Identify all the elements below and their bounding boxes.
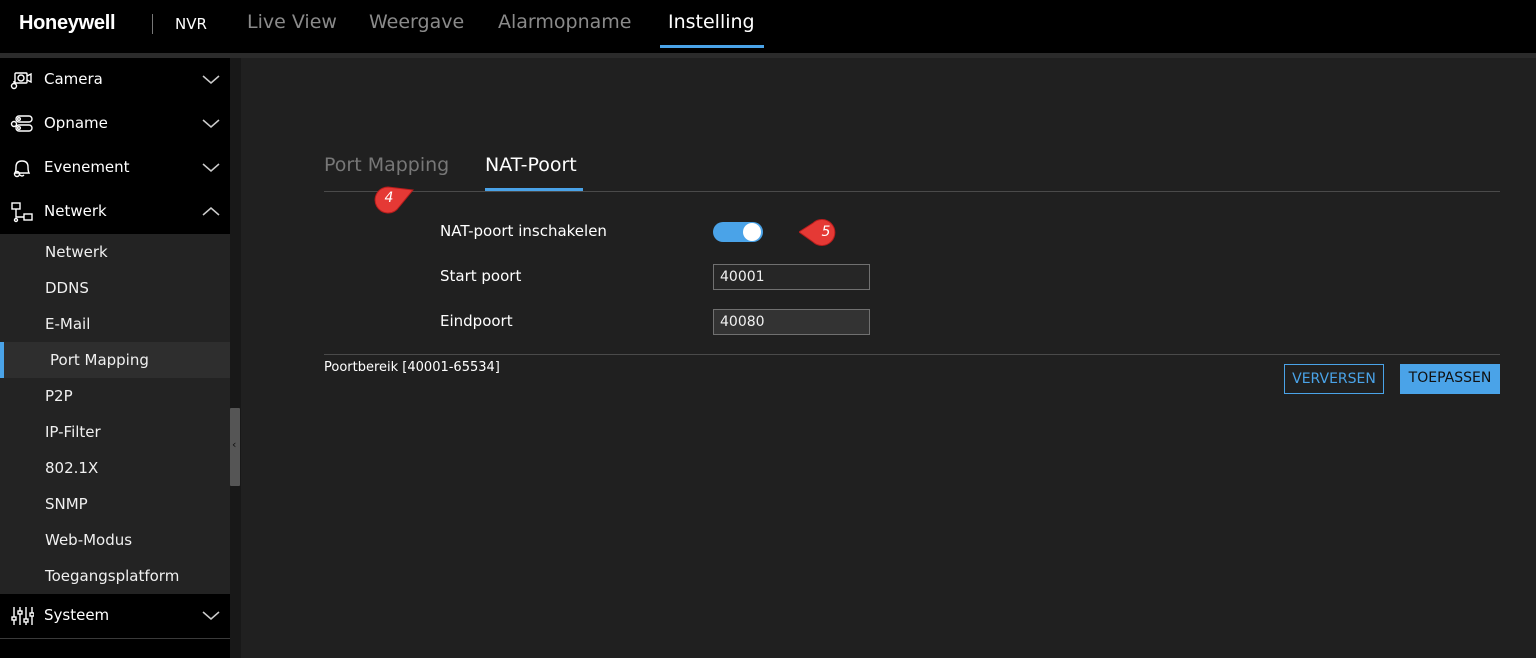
toggle-knob: [743, 223, 761, 241]
sidebar-item-label: 802.1X: [45, 459, 99, 477]
active-indicator: [0, 342, 4, 378]
chevron-down-icon: [202, 119, 220, 128]
nav-alarmopname[interactable]: Alarmopname: [498, 11, 631, 33]
sidebar-item-p2p[interactable]: P2P: [0, 378, 230, 414]
sidebar-item-label: Web-Modus: [45, 531, 133, 549]
callout-number: 5: [821, 224, 831, 240]
sidebar-item-label: Toegangsplatform: [45, 567, 180, 585]
refresh-button[interactable]: VERVERSEN: [1284, 364, 1384, 394]
sidebar-group-label: Opname: [44, 114, 108, 132]
sidebar-item-ddns[interactable]: DDNS: [0, 270, 230, 306]
enable-nat-toggle[interactable]: [713, 222, 763, 242]
sidebar-group-label: Camera: [44, 70, 103, 88]
sidebar-item-netwerk[interactable]: Netwerk: [0, 234, 230, 270]
callout-badge: 5: [799, 218, 836, 250]
tab-active-indicator: [485, 188, 583, 191]
start-port-input[interactable]: 40001: [713, 264, 870, 290]
enable-nat-label: NAT-poort inschakelen: [440, 222, 607, 240]
chevron-up-icon: [202, 207, 220, 216]
callout-number: 4: [384, 190, 394, 206]
sidebar-group-camera[interactable]: Camera: [0, 58, 230, 102]
start-port-label: Start poort: [440, 267, 522, 285]
recording-icon: [10, 115, 33, 132]
sidebar-item-ip-filter[interactable]: IP-Filter: [0, 414, 230, 450]
main-content: Port Mapping NAT-Poort NAT-poort inschak…: [241, 58, 1536, 658]
nav-weergave[interactable]: Weergave: [369, 11, 464, 33]
chevron-down-icon: [202, 75, 220, 84]
apply-button[interactable]: TOEPASSEN: [1400, 364, 1500, 394]
tab-divider: [324, 191, 1500, 192]
tab-nat-poort[interactable]: NAT-Poort: [485, 154, 577, 176]
callout-badge: 4: [372, 184, 414, 216]
sidebar-group-netwerk[interactable]: Netwerk: [0, 190, 230, 234]
top-bar: Honeywell NVR Live View Weergave Alarmop…: [0, 0, 1536, 54]
product-name: NVR: [175, 15, 207, 33]
sidebar-item-toegangsplatform[interactable]: Toegangsplatform: [0, 558, 230, 594]
honeywell-logo: Honeywell: [19, 12, 116, 34]
bell-icon: [13, 160, 31, 178]
sidebar-item-label: Port Mapping: [50, 351, 149, 369]
camera-icon: [10, 72, 32, 90]
sidebar-item-label: E-Mail: [45, 315, 91, 333]
sidebar-group-systeem[interactable]: Systeem: [0, 594, 230, 638]
end-port-label: Eindpoort: [440, 312, 513, 330]
tab-port-mapping[interactable]: Port Mapping: [324, 154, 449, 176]
logo-divider: [152, 14, 153, 34]
sidebar-divider: [0, 638, 230, 639]
sidebar-item-port-mapping[interactable]: Port Mapping: [0, 342, 230, 378]
end-port-input: 40080: [713, 309, 870, 335]
sidebar-item-label: P2P: [45, 387, 73, 405]
sidebar-item-web-modus[interactable]: Web-Modus: [0, 522, 230, 558]
sidebar-item-snmp[interactable]: SNMP: [0, 486, 230, 522]
sidebar-item-label: Netwerk: [45, 243, 108, 261]
collapse-arrow-icon[interactable]: ‹: [232, 438, 236, 451]
sidebar-group-evenement[interactable]: Evenement: [0, 146, 230, 190]
sliders-icon: [11, 607, 34, 625]
sidebar-group-label: Systeem: [44, 606, 110, 624]
chevron-down-icon: [202, 611, 220, 620]
sidebar-group-label: Netwerk: [44, 202, 107, 220]
sidebar-item-label: DDNS: [45, 279, 89, 297]
sidebar-item-label: SNMP: [45, 495, 88, 513]
nav-active-indicator: [660, 45, 764, 48]
sidebar-group-opname[interactable]: Opname: [0, 102, 230, 146]
sidebar-group-label: Evenement: [44, 158, 130, 176]
sidebar-splitter[interactable]: ‹: [230, 58, 241, 658]
sidebar-item-email[interactable]: E-Mail: [0, 306, 230, 342]
sidebar-item-8021x[interactable]: 802.1X: [0, 450, 230, 486]
form-divider: [324, 354, 1500, 355]
sidebar: Camera Opname Evenement Netwerk Netwerk …: [0, 58, 230, 658]
port-range-note: Poortbereik [40001-65534]: [324, 360, 500, 375]
nav-live-view[interactable]: Live View: [247, 11, 337, 33]
chevron-down-icon: [202, 163, 220, 172]
network-icon: [11, 202, 33, 223]
sidebar-item-label: IP-Filter: [45, 423, 101, 441]
nav-instelling[interactable]: Instelling: [668, 11, 755, 33]
